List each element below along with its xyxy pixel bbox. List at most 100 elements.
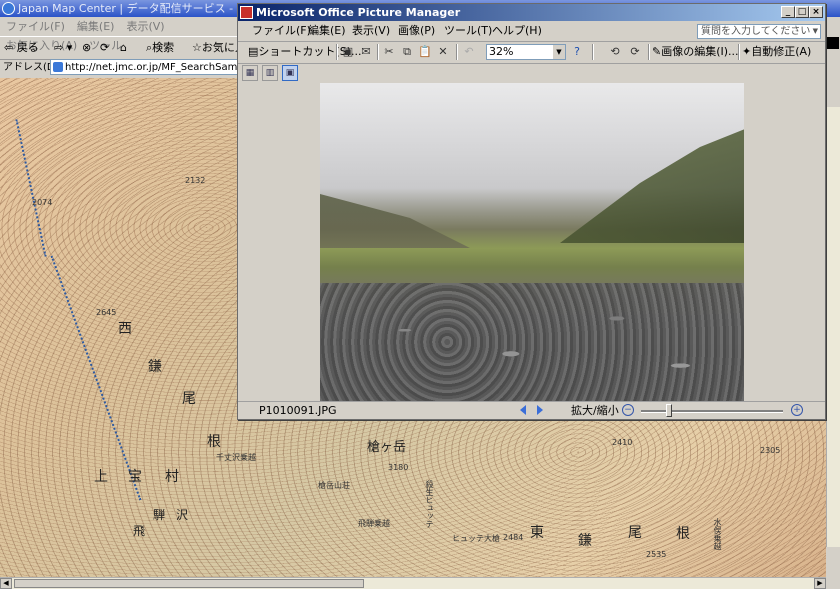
scroll-right-icon[interactable]: ▶ bbox=[814, 578, 826, 589]
map-label-yarigatake: 槍ヶ岳 bbox=[367, 440, 407, 455]
help-dropdown-icon[interactable]: ▼ bbox=[813, 25, 818, 38]
zoom-slider-thumb[interactable] bbox=[666, 404, 673, 417]
pm-status-bar: P1010091.JPG 拡大/縮小 − + bbox=[238, 401, 825, 420]
ie-toolbar: ⇦ 戻る ⇨ ▾ ⊗ ⟳ ⌂ ⌕検索 ☆お気に入 bbox=[0, 36, 246, 60]
zoom-select[interactable]: 32% ▼ bbox=[486, 44, 566, 60]
map-elev-2074: 2074 bbox=[32, 198, 53, 207]
auto-correct-button[interactable]: ✦自動修正(A) bbox=[742, 44, 811, 60]
delete-icon[interactable]: ✕ bbox=[436, 45, 450, 59]
pm-menu-tools[interactable]: ツール(T) bbox=[444, 21, 492, 41]
pm-menu-image[interactable]: 画像(P) bbox=[398, 21, 435, 41]
edit-image-label: 画像の編集(I)... bbox=[661, 45, 739, 58]
zoom-in-icon[interactable]: + bbox=[791, 404, 803, 416]
shortcut-icon: ▤ bbox=[248, 45, 259, 58]
favorites-icon: ☆ bbox=[192, 41, 202, 54]
mountain-photo[interactable] bbox=[320, 83, 744, 401]
ie-logo-icon bbox=[2, 2, 15, 15]
ie-back-button[interactable]: ⇦ 戻る bbox=[4, 39, 39, 57]
scroll-left-icon[interactable]: ◀ bbox=[0, 578, 12, 589]
paste-icon[interactable]: 📋 bbox=[418, 45, 432, 59]
map-trail bbox=[15, 119, 47, 257]
ie-menu-view[interactable]: 表示(V) bbox=[120, 17, 170, 36]
map-label-nishi: 西 bbox=[118, 321, 132, 337]
pm-menu-help[interactable]: ヘルプ(H) bbox=[492, 21, 542, 41]
ie-search-label: 検索 bbox=[152, 41, 175, 54]
map-label-senjozawa: 千丈沢乗越 bbox=[216, 453, 256, 462]
zoom-out-icon[interactable]: − bbox=[622, 404, 634, 416]
map-elev-2484: 2484 bbox=[503, 533, 524, 542]
previous-picture-icon[interactable] bbox=[520, 405, 526, 415]
map-label-o: 尾 bbox=[182, 391, 196, 407]
pm-menu-bar: ファイル(F) 編集(E) 表示(V) 画像(P) ツール(T) ヘルプ(H) … bbox=[238, 21, 825, 42]
map-label-sessho: 殺生ヒュッテ bbox=[425, 480, 434, 528]
email-icon[interactable]: ✉ bbox=[359, 45, 373, 59]
zoom-value: 32% bbox=[489, 45, 514, 58]
pm-menu-edit[interactable]: 編集(E) bbox=[308, 21, 346, 41]
single-picture-view-icon[interactable]: ▣ bbox=[282, 65, 298, 81]
help-question-input[interactable]: 質問を入力してください ▼ bbox=[697, 24, 821, 39]
map-label-ne2: 根 bbox=[676, 526, 690, 542]
auto-correct-label: 自動修正(A) bbox=[751, 45, 812, 58]
toolbar-separator bbox=[648, 44, 650, 60]
ie-search-button[interactable]: ⌕検索 bbox=[146, 39, 174, 57]
map-label-dan: 騨 bbox=[153, 508, 166, 522]
pm-toolbar: ▤ショートカット(S)... ▣ ✉ ✂ ⧉ 📋 ✕ ↶ 32% ▼ ? ⟲ ⟳ … bbox=[238, 41, 825, 64]
map-label-mura: 村 bbox=[165, 469, 179, 485]
maximize-button[interactable]: □ bbox=[795, 6, 809, 18]
pm-menu-view[interactable]: 表示(V) bbox=[352, 21, 390, 41]
filmstrip-view-icon[interactable]: ▥ bbox=[262, 65, 278, 81]
map-label-minamata: 水俣乗越 bbox=[713, 518, 722, 550]
toolbar-separator bbox=[456, 44, 458, 60]
rotate-left-icon[interactable]: ⟲ bbox=[608, 45, 622, 59]
picture-manager-window: Microsoft Office Picture Manager _ □ × フ… bbox=[237, 3, 826, 420]
pm-view-toolbar: ▦ ▥ ▣ bbox=[238, 63, 825, 83]
address-input[interactable]: http://net.jmc.or.jp/MF_SearchSampleDis bbox=[50, 59, 240, 75]
pm-menu-file[interactable]: ファイル(F) bbox=[252, 21, 311, 41]
save-icon[interactable]: ▣ bbox=[341, 45, 355, 59]
map-label-higashi: 東 bbox=[530, 525, 544, 541]
toolbar-separator bbox=[738, 44, 740, 60]
next-picture-icon[interactable] bbox=[537, 405, 543, 415]
map-elev-2645: 2645 bbox=[96, 308, 117, 317]
ie-forward-button[interactable]: ⇨ ▾ bbox=[54, 39, 72, 57]
map-elev-2305: 2305 bbox=[760, 446, 781, 455]
edit-image-button[interactable]: ✎画像の編集(I)... bbox=[652, 44, 739, 60]
help-icon[interactable]: ? bbox=[570, 45, 584, 59]
map-label-sawa: 沢 bbox=[176, 508, 189, 522]
ie-menu-edit[interactable]: 編集(E) bbox=[71, 17, 121, 36]
pm-title-bar: Microsoft Office Picture Manager _ □ × bbox=[238, 4, 825, 21]
ie-address-bar: アドレス(D) http://net.jmc.or.jp/MF_SearchSa… bbox=[0, 58, 240, 79]
thumbnail-view-icon[interactable]: ▦ bbox=[242, 65, 258, 81]
cut-icon[interactable]: ✂ bbox=[382, 45, 396, 59]
map-label-ne: 根 bbox=[207, 434, 221, 450]
zoom-slider-track[interactable] bbox=[641, 410, 783, 413]
vertical-scrollbar[interactable] bbox=[826, 107, 840, 547]
rotate-right-icon[interactable]: ⟳ bbox=[628, 45, 642, 59]
map-label-kami: 上 bbox=[94, 469, 108, 485]
map-elev-2132: 2132 bbox=[185, 176, 206, 185]
photo-rocks bbox=[320, 283, 744, 401]
map-label-kama2: 鎌 bbox=[578, 533, 592, 549]
map-label-hi: 飛 bbox=[133, 524, 146, 538]
pm-preview-area bbox=[238, 83, 825, 401]
close-button[interactable]: × bbox=[809, 6, 823, 18]
ie-home-icon[interactable]: ⌂ bbox=[120, 39, 127, 57]
edit-image-icon: ✎ bbox=[652, 45, 662, 58]
scroll-thumb[interactable] bbox=[14, 579, 364, 588]
ie-menu-bar: ファイル(F) 編集(E) 表示(V)お気に入り(A) ツール bbox=[0, 17, 240, 52]
map-label-hut: 槍岳山荘 bbox=[318, 481, 350, 490]
minimize-button[interactable]: _ bbox=[781, 6, 795, 18]
ie-menu-file[interactable]: ファイル(F) bbox=[0, 17, 71, 36]
horizontal-scrollbar[interactable]: ◀ ▶ bbox=[0, 577, 826, 589]
ie-stop-icon[interactable]: ⊗ bbox=[82, 39, 91, 57]
ie-close-icon[interactable] bbox=[827, 37, 839, 49]
map-elev-2410: 2410 bbox=[612, 438, 633, 447]
picture-manager-logo-icon bbox=[240, 6, 253, 19]
ie-refresh-icon[interactable]: ⟳ bbox=[100, 39, 109, 57]
copy-icon[interactable]: ⧉ bbox=[400, 45, 414, 59]
toolbar-separator bbox=[377, 44, 379, 60]
ie-back-label: 戻る bbox=[16, 41, 39, 54]
undo-icon[interactable]: ↶ bbox=[462, 45, 476, 59]
zoom-dropdown-icon[interactable]: ▼ bbox=[553, 45, 565, 59]
map-label-kama: 鎌 bbox=[148, 359, 162, 375]
